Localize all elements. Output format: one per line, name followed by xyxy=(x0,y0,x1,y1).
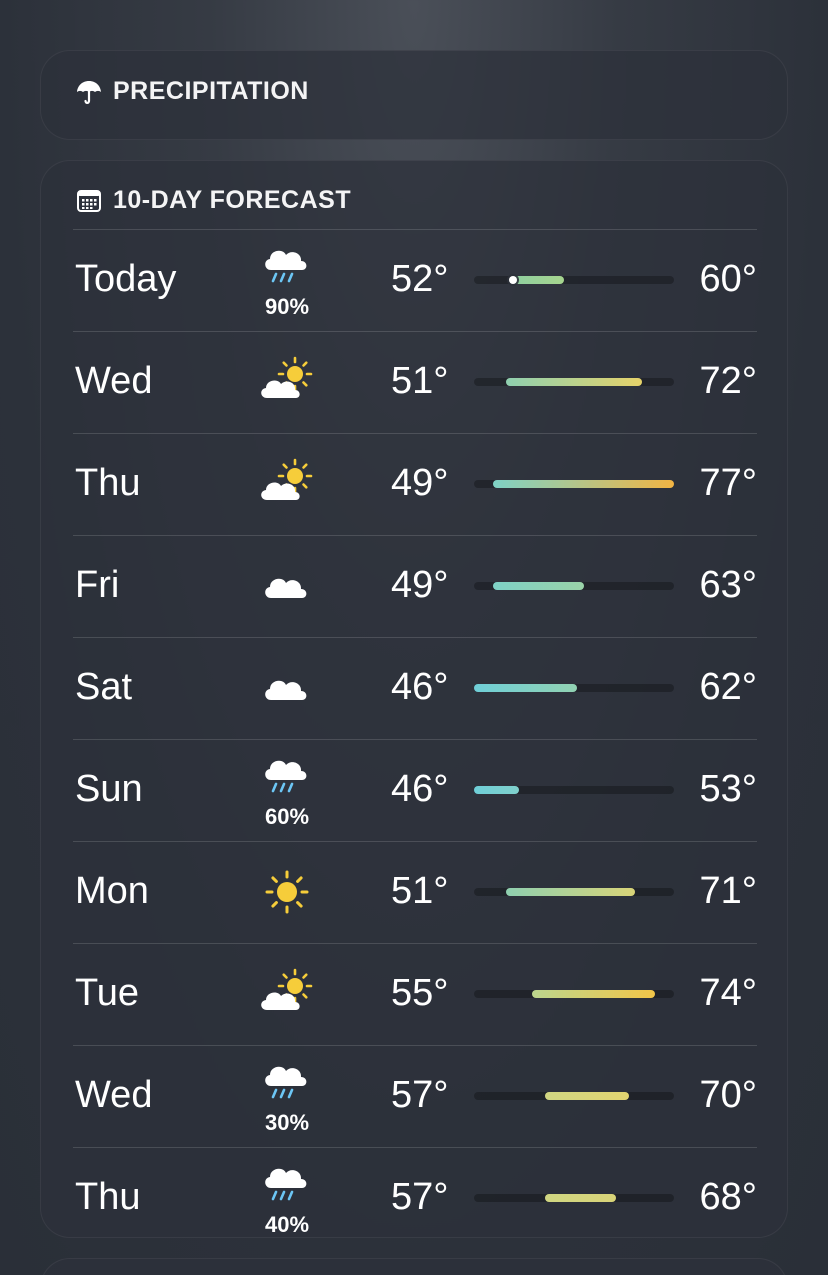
cloud-icon xyxy=(265,578,307,598)
temp-range-fill xyxy=(532,990,655,998)
low-temp: 49° xyxy=(391,462,449,504)
precip-chance: 90% xyxy=(264,294,310,319)
forecast-row[interactable]: Wed 51° 72° xyxy=(73,331,757,433)
cloud-rain-icon xyxy=(265,760,307,793)
temp-range-bar xyxy=(474,684,674,692)
high-temp: 74° xyxy=(699,972,757,1014)
precip-chance: 40% xyxy=(264,1212,310,1237)
forecast-day-label: Tue xyxy=(75,972,140,1014)
high-temp: 60° xyxy=(699,258,757,300)
forecast-row[interactable]: Today 90% 52° 60° xyxy=(73,229,757,331)
cloud-rain-icon xyxy=(265,1168,307,1201)
forecast-header: 10-DAY FORECAST xyxy=(75,186,351,215)
partly-sunny-icon xyxy=(261,968,313,1010)
forecast-row[interactable]: Tue 55° 74° xyxy=(73,943,757,1045)
temp-range-fill xyxy=(493,480,674,488)
partly-sunny-icon xyxy=(261,356,313,398)
low-temp: 51° xyxy=(391,360,449,402)
sun-icon xyxy=(265,870,309,914)
high-temp: 71° xyxy=(699,870,757,912)
forecast-row[interactable]: Fri 49° 63° xyxy=(73,535,757,637)
temp-range-fill xyxy=(544,1092,629,1100)
forecast-row[interactable]: Sat 46° 62° xyxy=(73,637,757,739)
forecast-title: 10-DAY FORECAST xyxy=(113,186,352,214)
current-temp-dot xyxy=(508,276,517,284)
umbrella-icon xyxy=(77,80,101,104)
forecast-day-label: Mon xyxy=(75,870,149,912)
temp-range-fill xyxy=(493,582,584,590)
temp-range-fill xyxy=(474,684,578,692)
temp-range-bar xyxy=(474,480,674,488)
temp-range-bar xyxy=(474,1194,674,1202)
low-temp: 46° xyxy=(391,666,449,708)
cloud-icon xyxy=(265,680,307,700)
temp-range-fill xyxy=(512,276,565,284)
forecast-day-label: Sat xyxy=(75,666,133,708)
forecast-row[interactable]: Thu 40% 57° 68° xyxy=(73,1147,757,1249)
temp-range-bar xyxy=(474,276,674,284)
high-temp: 77° xyxy=(699,462,757,504)
low-temp: 57° xyxy=(391,1074,449,1116)
forecast-row[interactable]: Sun 60% 46° 53° xyxy=(73,739,757,841)
cloud-rain-icon xyxy=(265,1066,307,1099)
forecast-day-label: Thu xyxy=(75,1176,141,1218)
low-temp: 52° xyxy=(391,258,449,300)
low-temp: 49° xyxy=(391,564,449,606)
forecast-row[interactable]: Mon 51° 71° xyxy=(73,841,757,943)
forecast-list: Today 90% 52° 60° Wed 51° 72° Thu 49° 77° Fri 49° 63… xyxy=(73,229,757,1249)
low-temp: 55° xyxy=(391,972,449,1014)
high-temp: 72° xyxy=(699,360,757,402)
forecast-day-label: Thu xyxy=(75,462,141,504)
partly-sunny-icon xyxy=(261,458,313,500)
temp-range-bar xyxy=(474,990,674,998)
temp-range-fill xyxy=(506,378,642,386)
temp-range-bar xyxy=(474,1092,674,1100)
high-temp: 53° xyxy=(699,768,757,810)
precipitation-title: PRECIPITATION xyxy=(113,77,309,105)
high-temp: 68° xyxy=(699,1176,757,1218)
precipitation-header: PRECIPITATION xyxy=(75,77,309,106)
low-temp: 57° xyxy=(391,1176,449,1218)
temp-range-fill xyxy=(506,888,636,896)
forecast-day-label: Wed xyxy=(75,360,153,402)
forecast-day-label: Sun xyxy=(75,768,143,810)
forecast-row[interactable]: Thu 49° 77° xyxy=(73,433,757,535)
ten-day-forecast-card[interactable]: 10-DAY FORECAST Today 90% 52° 60° Wed 51° 72° T… xyxy=(40,160,788,1238)
precip-chance: 60% xyxy=(264,804,310,829)
low-temp: 51° xyxy=(391,870,449,912)
precipitation-card[interactable]: PRECIPITATION xyxy=(40,50,788,140)
temp-range-fill xyxy=(544,1194,616,1202)
temp-range-bar xyxy=(474,786,674,794)
high-temp: 70° xyxy=(699,1074,757,1116)
low-temp: 46° xyxy=(391,768,449,810)
temp-range-fill xyxy=(474,786,520,794)
forecast-row[interactable]: Wed 30% 57° 70° xyxy=(73,1045,757,1147)
high-temp: 63° xyxy=(699,564,757,606)
high-temp: 62° xyxy=(699,666,757,708)
precip-chance: 30% xyxy=(264,1110,310,1135)
temp-range-bar xyxy=(474,378,674,386)
forecast-day-label: Today xyxy=(75,258,177,300)
temp-range-bar xyxy=(474,582,674,590)
forecast-day-label: Wed xyxy=(75,1074,153,1116)
next-card[interactable] xyxy=(40,1258,788,1275)
temp-range-bar xyxy=(474,888,674,896)
cloud-rain-icon xyxy=(265,250,307,283)
forecast-day-label: Fri xyxy=(75,564,120,606)
calendar-icon xyxy=(77,189,101,212)
